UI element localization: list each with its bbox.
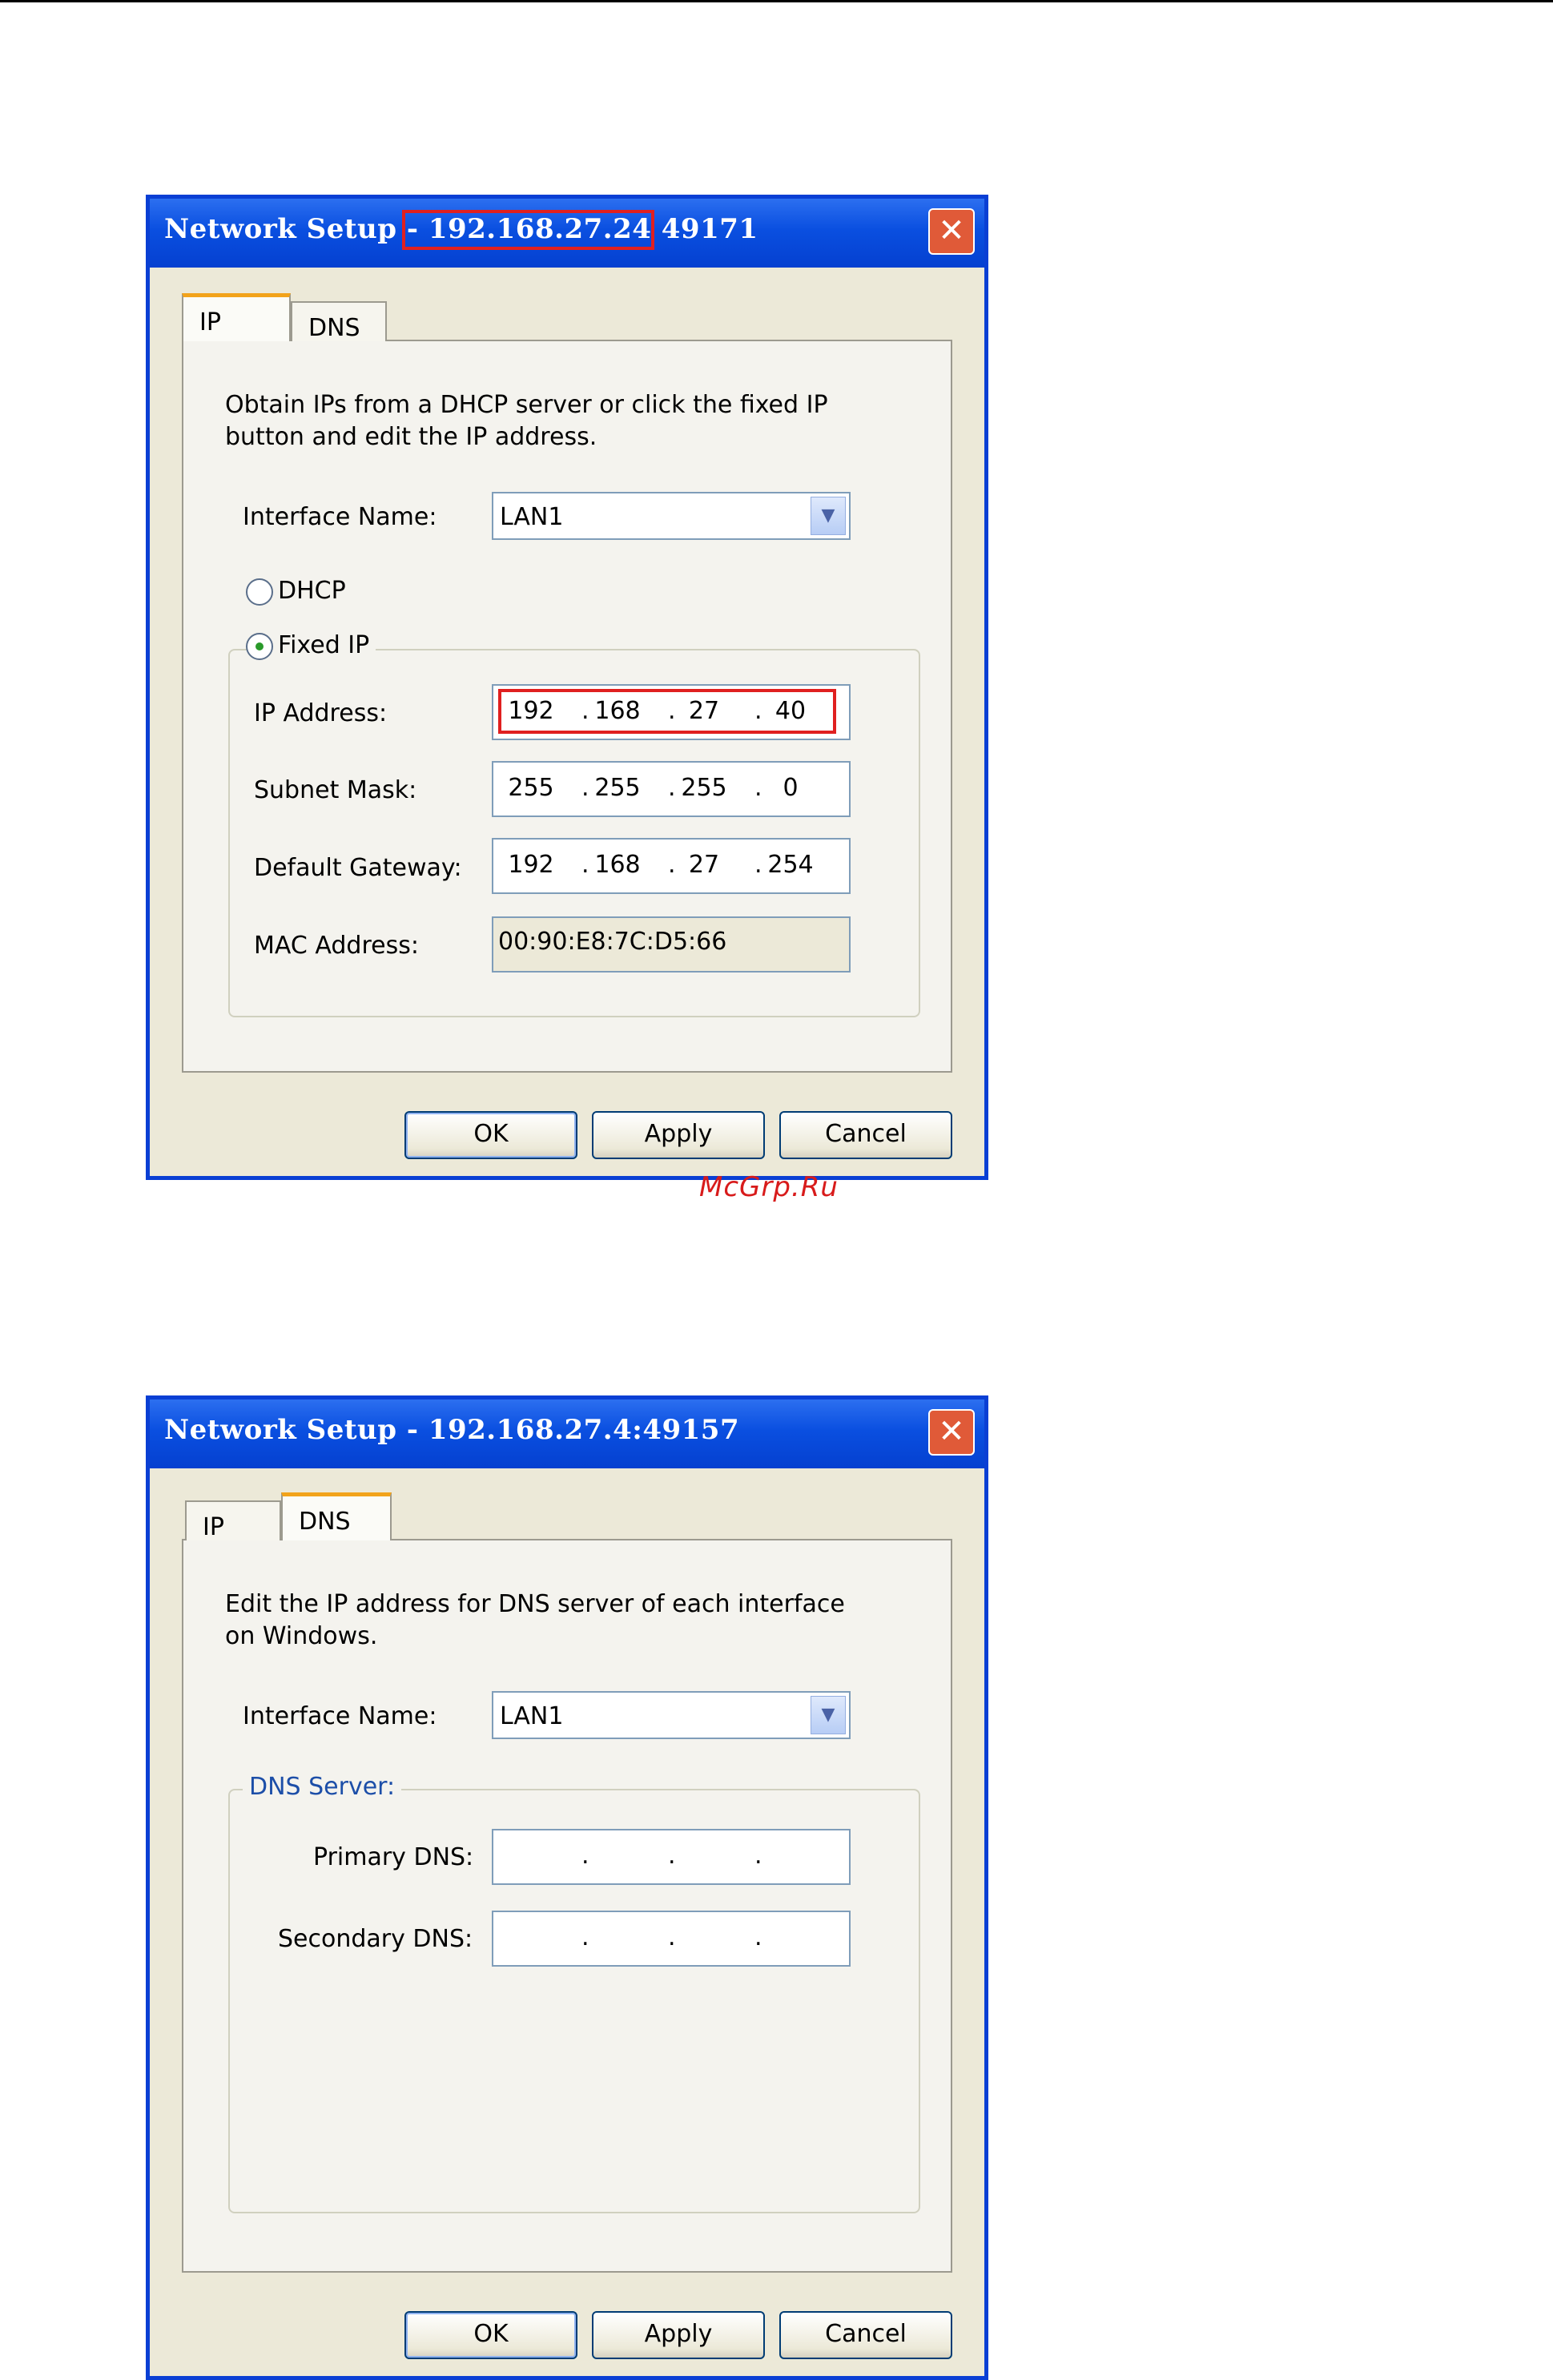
gateway-dot: . [754, 851, 762, 879]
host-highlight-box [401, 210, 655, 250]
subnet-octet-2[interactable]: 255 [589, 774, 646, 802]
subnet-dot: . [581, 774, 589, 802]
primary-dot: . [581, 1842, 589, 1870]
secondary-dns-field[interactable]: . . . [492, 1911, 851, 1967]
tab-dns[interactable]: DNS [291, 301, 387, 342]
subnet-dot: . [668, 774, 676, 802]
panel-description: Edit the IP address for DNS server of ea… [225, 1590, 845, 1650]
gateway-octet-4[interactable]: 254 [762, 851, 819, 879]
tab-dns-label: DNS [299, 1508, 351, 1536]
gateway-octet-1[interactable]: 192 [503, 851, 559, 879]
close-icon: ✕ [938, 1413, 965, 1450]
chevron-down-icon[interactable]: ▼ [811, 497, 846, 535]
ok-button[interactable]: OK [404, 2311, 577, 2359]
mac-address-value: 00:90:E8:7C:D5:66 [498, 928, 727, 956]
interface-name-value: LAN1 [500, 503, 564, 531]
cancel-button[interactable]: Cancel [779, 2311, 952, 2359]
interface-name-label: Interface Name: [243, 503, 437, 531]
gateway-octet-3[interactable]: 27 [676, 851, 732, 879]
primary-dns-label: Primary DNS: [313, 1843, 474, 1871]
ip-tab-panel: Obtain IPs from a DHCP server or click t… [182, 340, 952, 1073]
default-gateway-field[interactable]: 192 . 168 . 27 . 254 [492, 838, 851, 894]
interface-name-select[interactable]: LAN1 ▼ [492, 1691, 851, 1739]
chevron-down-icon[interactable]: ▼ [811, 1696, 846, 1734]
title-bar[interactable]: Network Setup - 192.168.27.24 49171 ✕ [150, 199, 984, 268]
subnet-mask-label: Subnet Mask: [254, 776, 417, 804]
primary-dns-field[interactable]: . . . [492, 1829, 851, 1885]
primary-dot: . [754, 1842, 762, 1870]
subnet-octet-4[interactable]: 0 [762, 774, 819, 802]
dhcp-radio[interactable] [246, 578, 273, 606]
secondary-dot: . [668, 1923, 676, 1951]
watermark-text: McGrp.Ru [699, 1171, 839, 1203]
apply-button[interactable]: Apply [592, 2311, 765, 2359]
gateway-octet-2[interactable]: 168 [589, 851, 646, 879]
subnet-dot: . [754, 774, 762, 802]
close-button[interactable]: ✕ [928, 208, 975, 255]
tab-ip[interactable]: IP [185, 1500, 281, 1541]
close-button[interactable]: ✕ [928, 1409, 975, 1456]
gateway-dot: . [668, 851, 676, 879]
dhcp-label: DHCP [278, 577, 346, 605]
secondary-dot: . [581, 1923, 589, 1951]
panel-description: Obtain IPs from a DHCP server or click t… [225, 391, 828, 451]
window-title: Network Setup - 192.168.27.24 49171 [164, 210, 758, 250]
network-setup-dialog-ip: Network Setup - 192.168.27.24 49171 ✕ IP… [146, 195, 988, 1180]
window-title-prefix: Network Setup [164, 213, 407, 245]
window-title-host: - 192.168.27.24 [401, 210, 655, 250]
tab-ip[interactable]: IP [182, 293, 291, 341]
mac-address-label: MAC Address: [254, 932, 419, 960]
window-title: Network Setup - 192.168.27.4:49157 [164, 1414, 740, 1446]
close-icon: ✕ [938, 212, 965, 249]
network-setup-dialog-dns: Network Setup - 192.168.27.4:49157 ✕ IP … [146, 1395, 988, 2380]
default-gateway-label: Default Gateway: [254, 854, 462, 882]
primary-dot: . [668, 1842, 676, 1870]
ip-address-field[interactable]: 192 . 168 . 27 . 40 [492, 684, 851, 740]
cancel-button[interactable]: Cancel [779, 1111, 952, 1159]
gateway-dot: . [581, 851, 589, 879]
dns-server-legend: DNS Server: [243, 1773, 402, 1801]
secondary-dot: . [754, 1923, 762, 1951]
ip-address-label: IP Address: [254, 699, 388, 727]
subnet-mask-field[interactable]: 255 . 255 . 255 . 0 [492, 761, 851, 817]
interface-name-select[interactable]: LAN1 ▼ [492, 492, 851, 540]
fixed-ip-radio[interactable] [246, 633, 273, 660]
subnet-octet-1[interactable]: 255 [503, 774, 559, 802]
fixed-ip-label: Fixed IP [272, 631, 376, 659]
interface-name-value: LAN1 [500, 1702, 564, 1730]
page-top-rule [0, 0, 1553, 2]
tab-ip-label: IP [199, 308, 221, 336]
title-bar[interactable]: Network Setup - 192.168.27.4:49157 ✕ [150, 1399, 984, 1468]
subnet-octet-3[interactable]: 255 [676, 774, 732, 802]
apply-button[interactable]: Apply [592, 1111, 765, 1159]
tab-dns[interactable]: DNS [281, 1492, 392, 1540]
interface-name-label: Interface Name: [243, 1702, 437, 1730]
mac-address-field: 00:90:E8:7C:D5:66 [492, 916, 851, 973]
ok-button[interactable]: OK [404, 1111, 577, 1159]
tab-dns-label: DNS [308, 314, 360, 342]
tab-ip-label: IP [203, 1513, 224, 1541]
dns-tab-panel: Edit the IP address for DNS server of ea… [182, 1539, 952, 2273]
window-title-port: 49171 [651, 213, 758, 245]
secondary-dns-label: Secondary DNS: [278, 1925, 473, 1953]
ip-highlight-box [498, 689, 836, 734]
